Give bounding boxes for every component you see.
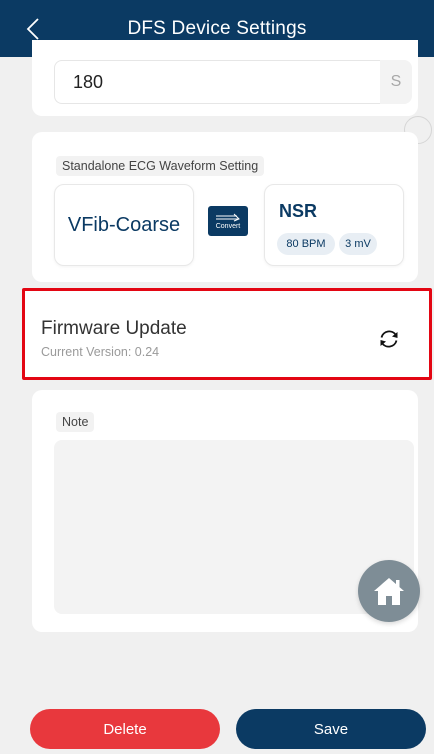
current-waveform-box[interactable]: VFib-Coarse xyxy=(54,184,194,266)
arrow-right-icon xyxy=(216,213,240,221)
page-title: DFS Device Settings xyxy=(127,17,307,39)
chevron-left-icon xyxy=(26,18,39,40)
time-unit-label: S xyxy=(380,60,412,104)
time-setting-card: 180 S xyxy=(32,40,418,116)
save-button[interactable]: Save xyxy=(236,709,426,749)
firmware-update-card[interactable]: Firmware Update Current Version: 0.24 xyxy=(22,288,432,380)
note-label: Note xyxy=(56,412,95,432)
firmware-version: Current Version: 0.24 xyxy=(41,345,160,359)
target-waveform-box[interactable]: NSR 80 BPM 3 mV xyxy=(264,184,404,266)
ecg-waveform-card: Standalone ECG Waveform Setting VFib-Coa… xyxy=(32,132,418,282)
delete-button[interactable]: Delete xyxy=(30,709,220,749)
target-waveform-name: NSR xyxy=(279,201,318,221)
heart-rate-badge: 80 BPM xyxy=(277,233,335,255)
convert-label: Convert xyxy=(215,222,241,230)
amplitude-badge: 3 mV xyxy=(339,233,377,255)
convert-button[interactable]: Convert xyxy=(208,206,248,236)
firmware-title: Firmware Update xyxy=(41,318,187,339)
home-icon xyxy=(374,578,404,605)
time-input[interactable]: 180 xyxy=(54,60,380,104)
refresh-icon[interactable] xyxy=(377,327,401,351)
current-waveform-name: VFib-Coarse xyxy=(67,213,181,236)
ecg-setting-label: Standalone ECG Waveform Setting xyxy=(56,156,265,176)
home-button[interactable] xyxy=(358,560,420,622)
